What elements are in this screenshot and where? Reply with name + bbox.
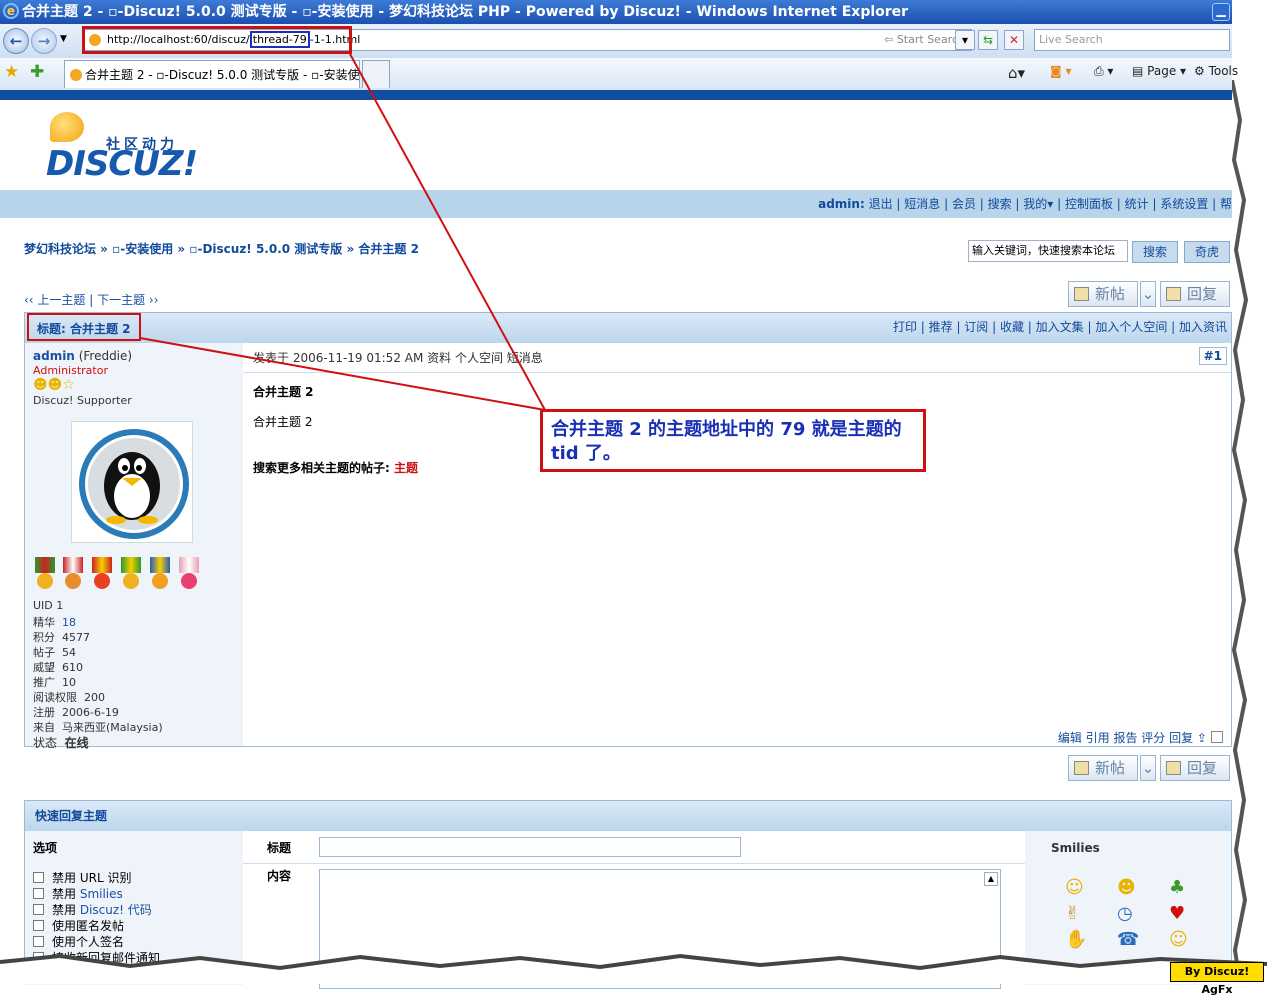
annotation-arrows — [139, 53, 546, 411]
annotation-callout: 合并主题 2 的主题地址中的 79 就是主题的 tid 了。 — [540, 409, 926, 472]
credit-badge: By Discuz! AgFx — [1170, 962, 1264, 996]
